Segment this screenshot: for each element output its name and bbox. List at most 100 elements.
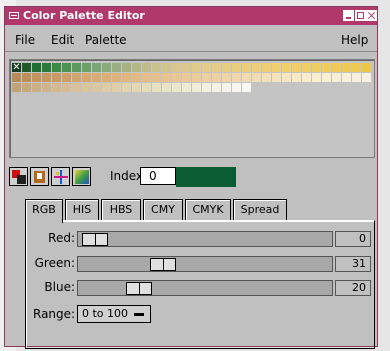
palette-swatch[interactable] [332,63,341,72]
palette-swatch[interactable] [302,73,311,82]
palette-swatch[interactable] [82,83,91,92]
palette-swatch[interactable] [322,63,331,72]
palette-swatch[interactable] [112,73,121,82]
palette-swatch[interactable] [312,63,321,72]
palette-swatch[interactable] [32,73,41,82]
palette-swatch[interactable] [242,83,251,92]
tab-hbs[interactable]: HBS [101,199,141,221]
palette-swatch[interactable] [242,73,251,82]
palette-swatch[interactable] [102,73,111,82]
palette-swatch[interactable] [162,83,171,92]
palette-swatch[interactable] [202,63,211,72]
palette-swatch[interactable] [262,63,271,72]
palette-swatch[interactable] [232,83,241,92]
palette-swatch[interactable] [92,63,101,72]
palette-swatch[interactable] [172,83,181,92]
palette-swatch[interactable] [142,83,151,92]
range-option-menu[interactable]: 0 to 100 [77,305,151,323]
palette-swatch[interactable] [272,63,281,72]
palette-swatch[interactable] [62,63,71,72]
menu-help[interactable]: Help [341,33,368,47]
palette-swatch[interactable] [22,83,31,92]
tab-cmy[interactable]: CMY [143,199,183,221]
tab-his[interactable]: HIS [65,199,99,221]
palette-swatch[interactable] [102,63,111,72]
palette-swatch[interactable] [32,63,41,72]
palette-swatch[interactable] [132,73,141,82]
palette-swatch[interactable] [352,63,361,72]
palette-swatch[interactable] [12,73,21,82]
palette-swatch[interactable] [192,83,201,92]
blue-slider-thumb[interactable] [125,282,152,295]
minimize-icon[interactable] [343,10,354,21]
palette-swatch[interactable] [202,73,211,82]
palette-swatch[interactable] [262,73,271,82]
palette-swatch[interactable] [232,73,241,82]
palette-swatch[interactable] [162,63,171,72]
green-value[interactable]: 31 [335,256,371,272]
palette-swatch[interactable] [92,83,101,92]
palette-swatch[interactable] [322,73,331,82]
blue-value[interactable]: 20 [335,280,371,296]
palette-swatch[interactable] [72,83,81,92]
palette-swatch[interactable] [122,83,131,92]
red-slider-thumb[interactable] [82,233,108,246]
palette-swatch[interactable] [162,73,171,82]
palette-swatch[interactable] [72,73,81,82]
palette-swatch[interactable] [72,63,81,72]
palette-swatch[interactable] [102,83,111,92]
green-slider[interactable] [77,256,333,272]
palette-swatch[interactable] [42,83,51,92]
palette-swatch[interactable] [42,63,51,72]
gradient-icon[interactable] [72,167,91,186]
palette-swatch[interactable] [352,73,361,82]
palette-swatch[interactable] [82,63,91,72]
palette-swatch[interactable] [122,63,131,72]
maximize-icon[interactable] [355,10,366,21]
color-palette-grid[interactable]: ✕ [9,59,375,158]
palette-swatch[interactable] [252,73,261,82]
palette-swatch[interactable] [22,63,31,72]
palette-swatch[interactable] [12,83,21,92]
palette-swatch[interactable] [342,63,351,72]
palette-swatch[interactable] [272,73,281,82]
palette-swatch[interactable] [292,63,301,72]
palette-swatch[interactable] [172,63,181,72]
palette-swatch[interactable] [242,63,251,72]
green-slider-thumb[interactable] [149,258,176,271]
palette-swatch[interactable] [222,73,231,82]
palette-swatch[interactable] [182,63,191,72]
palette-swatch[interactable] [142,63,151,72]
palette-swatch[interactable] [182,83,191,92]
palette-swatch[interactable] [282,63,291,72]
index-field[interactable]: 0 [140,167,176,185]
palette-swatch[interactable] [52,63,61,72]
palette-swatch[interactable] [132,63,141,72]
palette-swatch[interactable] [202,83,211,92]
title-bar[interactable]: Color Palette Editor [5,7,377,25]
palette-swatch[interactable] [212,83,221,92]
palette-swatch[interactable] [22,73,31,82]
palette-swatch[interactable] [52,73,61,82]
palette-swatch[interactable] [222,83,231,92]
palette-swatch[interactable] [52,83,61,92]
palette-swatch[interactable] [92,73,101,82]
palette-swatch[interactable] [142,73,151,82]
bucket-icon[interactable] [30,167,49,186]
palette-swatch[interactable] [252,63,261,72]
palette-swatch[interactable] [292,73,301,82]
palette-swatch[interactable] [312,73,321,82]
palette-swatch[interactable] [212,63,221,72]
palette-swatch[interactable] [182,73,191,82]
menu-palette[interactable]: Palette [85,33,127,47]
palette-swatch[interactable] [32,83,41,92]
palette-swatch[interactable] [112,63,121,72]
palette-swatch[interactable] [152,63,161,72]
palette-swatch[interactable] [362,63,371,72]
palette-swatch[interactable] [152,83,161,92]
palette-swatch[interactable] [332,73,341,82]
palette-swatch[interactable] [232,63,241,72]
tab-spread[interactable]: Spread [233,199,287,221]
palette-swatch[interactable] [192,73,201,82]
palette-swatch[interactable] [122,73,131,82]
